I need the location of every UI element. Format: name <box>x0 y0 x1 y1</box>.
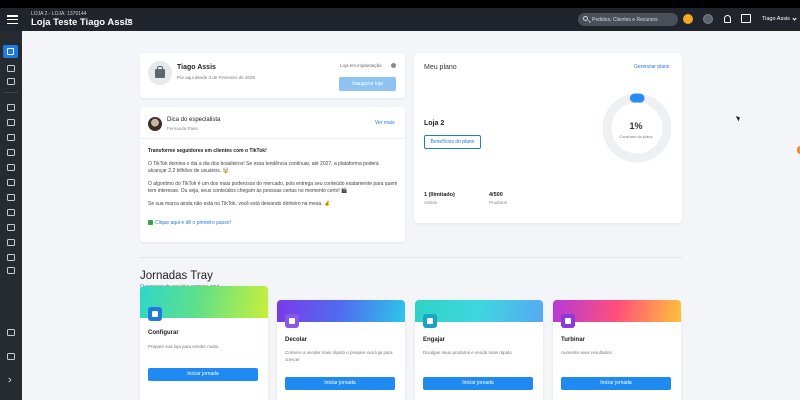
journey-card-turbinar: Turbinar Aumente seus resultados Iniciar… <box>553 300 681 400</box>
tip-paragraph: O algoritmo do TikTok é um dos mais pode… <box>148 180 398 195</box>
edit-icon[interactable] <box>126 19 132 25</box>
author-avatar <box>148 117 162 131</box>
products-label: Produtos <box>489 200 508 205</box>
products-stat: 4/500 Produtos <box>489 192 507 205</box>
coin-icon[interactable] <box>683 14 693 24</box>
user-menu[interactable]: Tiago Assis <box>762 16 790 22</box>
sidebar-item-14[interactable] <box>7 267 15 274</box>
search-input[interactable]: Pedidos, Clientes e Recursos <box>578 13 678 26</box>
search-placeholder: Pedidos, Clientes e Recursos <box>592 17 658 23</box>
sidebar-item-2[interactable] <box>7 78 15 85</box>
tip-paragraph: O TikTok domina o dia a dia dos brasilei… <box>148 160 379 175</box>
home-icon <box>7 48 14 55</box>
divider <box>140 138 405 139</box>
visits-value: 1 (Ilimitado) <box>424 192 455 198</box>
chevron-down-icon[interactable] <box>792 16 797 21</box>
plan-name: Loja 2 <box>424 120 445 127</box>
tip-author: Fernanda Paes <box>167 126 198 131</box>
tip-cta-label: Clique aqui e dê o primeiro passo! <box>155 220 231 226</box>
gear-icon <box>148 307 162 321</box>
visits-stat: 1 (Ilimitado) Visitas <box>424 192 455 205</box>
info-icon[interactable] <box>391 63 396 68</box>
start-journey-button[interactable]: Iniciar jornada <box>148 368 258 381</box>
implementation-status: Loja em implantação <box>340 63 382 68</box>
see-more-link[interactable]: Ver mais <box>375 120 394 126</box>
journey-desc: Comece a vender mais rápido e prepare su… <box>285 350 393 362</box>
start-journey-button[interactable]: Iniciar jornada <box>561 377 671 390</box>
journey-desc: Prepare sua loja para vender muito <box>148 344 219 349</box>
journey-card-configurar: Configurar Prepare sua loja para vender … <box>140 286 268 400</box>
start-journey-button[interactable]: Iniciar jornada <box>285 377 395 390</box>
journey-name: Decolar <box>285 337 308 343</box>
rocket-icon <box>285 314 299 328</box>
sidebar-item-settings[interactable] <box>7 329 15 336</box>
visits-label: Visitas <box>424 200 438 205</box>
status-icon[interactable] <box>703 14 713 24</box>
sidebar-item-3[interactable] <box>7 104 15 111</box>
journey-desc: Divulgue seus produtos e venda mais rápi… <box>423 350 512 355</box>
plan-title: Meu plano <box>424 64 457 71</box>
journeys-title: Jornadas Tray <box>140 270 213 282</box>
app-window: LOJA 2 - LOJA: 1370144 Loja Teste Tiago … <box>0 8 800 400</box>
section-divider <box>140 257 682 258</box>
megaphone-icon <box>423 314 437 328</box>
sidebar-item-11[interactable] <box>7 224 15 231</box>
sidebar-item-7[interactable] <box>7 164 15 171</box>
journey-name: Engajar <box>423 337 446 343</box>
chart-up-icon <box>561 314 575 328</box>
sidebar-separator <box>4 92 18 93</box>
products-value: 4/500 <box>489 192 503 198</box>
usage-percent: 1% <box>629 121 643 131</box>
sidebar-item-8[interactable] <box>7 179 15 186</box>
store-bag-icon <box>155 66 165 78</box>
start-journey-button[interactable]: Iniciar jornada <box>423 377 533 390</box>
store-name: Loja Teste Tiago Assis <box>31 17 133 28</box>
sidebar-item-13[interactable] <box>7 254 15 261</box>
journey-card-decolar: Decolar Comece a vender mais rápido e pr… <box>277 300 405 400</box>
top-bar: LOJA 2 - LOJA: 1370144 Loja Teste Tiago … <box>0 8 800 31</box>
sidebar-item-9[interactable] <box>7 194 15 201</box>
sidebar-item-6[interactable] <box>7 149 15 156</box>
sidebar <box>0 31 22 400</box>
plan-card: Meu plano Gerenciar plano Loja 2 Benefíc… <box>414 53 682 223</box>
inaugurate-button[interactable]: Inaugurar loja <box>339 77 396 91</box>
journey-card-engajar: Engajar Divulgue seus produtos e venda m… <box>415 300 543 400</box>
bell-icon[interactable] <box>724 15 731 23</box>
tip-body: Transforme seguidores em clientes com o … <box>148 148 398 213</box>
sidebar-item-1[interactable] <box>7 65 15 72</box>
sidebar-item-10[interactable] <box>7 209 15 216</box>
owner-since: Por aqui desde 3 de Fevereiro de 2025 <box>177 75 256 80</box>
sidebar-item-help[interactable] <box>7 353 15 360</box>
journey-name: Turbinar <box>561 337 585 343</box>
owner-name: Tiago Assis <box>177 64 216 71</box>
avatar <box>148 61 172 85</box>
message-icon[interactable] <box>741 14 751 23</box>
manage-plan-link[interactable]: Gerenciar plano <box>634 64 670 70</box>
expert-tip-card: Dica do especialista Fernanda Paes Ver m… <box>140 107 405 242</box>
usage-caption: Consumo do plano <box>619 134 653 139</box>
sidebar-item-5[interactable] <box>7 134 15 141</box>
journey-name: Configurar <box>148 330 179 336</box>
sidebar-item-home[interactable] <box>3 45 18 58</box>
sidebar-item-12[interactable] <box>7 239 15 246</box>
journey-desc: Aumente seus resultados <box>561 350 612 355</box>
tip-title: Dica do especialista <box>167 117 221 123</box>
search-icon <box>583 16 588 21</box>
profile-card: Tiago Assis Por aqui desde 3 de Fevereir… <box>140 53 405 98</box>
check-icon <box>148 220 153 225</box>
tip-paragraph: Se sua marca ainda não está no TikTok, v… <box>148 200 331 207</box>
plan-benefits-button[interactable]: Benefícios do plano <box>424 135 481 149</box>
tip-cta-link[interactable]: Clique aqui e dê o primeiro passo! <box>148 220 231 226</box>
hamburger-icon[interactable] <box>7 15 18 24</box>
mouse-cursor <box>735 114 742 122</box>
sidebar-item-4[interactable] <box>7 119 15 126</box>
chevron-right-icon[interactable] <box>6 377 12 383</box>
tip-heading: Transforme seguidores em clientes com o … <box>148 148 267 154</box>
